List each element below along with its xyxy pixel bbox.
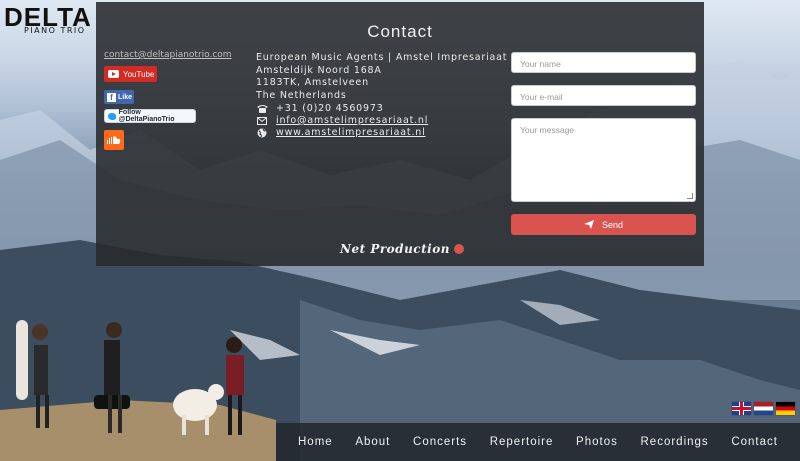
twitter-label: Follow @DeltaPianoTrio bbox=[118, 109, 175, 123]
address-line: The Netherlands bbox=[256, 89, 347, 101]
delta-logo[interactable]: DELTA PIANO TRIO bbox=[4, 4, 92, 35]
website-row: www.amstelimpresariaat.nl bbox=[256, 127, 426, 138]
nav-about[interactable]: About bbox=[355, 436, 390, 448]
email-field[interactable]: Your e-mail bbox=[511, 85, 696, 106]
globe-icon bbox=[256, 128, 268, 138]
send-label: Send bbox=[601, 219, 624, 230]
nav-repertoire[interactable]: Repertoire bbox=[490, 436, 554, 448]
nav-photos[interactable]: Photos bbox=[576, 436, 618, 448]
message-placeholder: Your message bbox=[520, 125, 575, 135]
address-line: 1183TK, Amstelveen bbox=[256, 77, 369, 88]
credit-text: Net Production bbox=[340, 242, 450, 256]
agency-address: European Music Agents | Amstel Impresari… bbox=[256, 52, 507, 102]
envelope-icon bbox=[256, 116, 268, 126]
flag-uk-icon[interactable] bbox=[732, 402, 751, 415]
page-title: Contact bbox=[367, 22, 433, 41]
nav-recordings[interactable]: Recordings bbox=[641, 436, 709, 448]
net-production-credit[interactable]: Net Production bbox=[340, 242, 464, 256]
youtube-button[interactable]: YouTube bbox=[104, 66, 157, 82]
contact-email-link[interactable]: contact@deltapianotrio.com bbox=[104, 50, 232, 60]
contact-panel: Contact contact@deltapianotrio.com YouTu… bbox=[96, 2, 704, 266]
nav-contact[interactable]: Contact bbox=[731, 436, 778, 448]
soundcloud-button[interactable] bbox=[104, 130, 124, 150]
net-production-logo-icon bbox=[453, 244, 464, 254]
agency-email-link[interactable]: info@amstelimpresariaat.nl bbox=[276, 115, 428, 126]
youtube-icon bbox=[108, 70, 119, 78]
message-textarea[interactable]: Your message bbox=[511, 118, 696, 202]
phone-number: +31 (0)20 4560973 bbox=[276, 103, 384, 114]
facebook-like-button[interactable]: f Like bbox=[104, 90, 134, 104]
logo-sub-text: PIANO TRIO bbox=[24, 26, 86, 35]
resize-handle-icon[interactable] bbox=[687, 193, 693, 199]
nav-concerts[interactable]: Concerts bbox=[413, 436, 467, 448]
address-line: Amsteldijk Noord 168A bbox=[256, 64, 382, 76]
facebook-label: Like bbox=[118, 93, 133, 101]
flag-de-icon[interactable] bbox=[776, 402, 795, 415]
address-line: European Music Agents | Amstel Impresari… bbox=[256, 52, 508, 63]
language-switcher bbox=[732, 402, 795, 415]
nav-home[interactable]: Home bbox=[298, 436, 333, 448]
phone-icon bbox=[256, 104, 268, 114]
send-button[interactable]: Send bbox=[511, 214, 696, 235]
name-field[interactable]: Your name bbox=[511, 52, 696, 73]
main-nav: Home About Concerts Repertoire Photos Re… bbox=[276, 423, 800, 461]
twitter-bird-icon bbox=[108, 112, 116, 120]
soundcloud-icon bbox=[107, 136, 121, 144]
paper-plane-icon bbox=[583, 220, 594, 229]
twitter-follow-button[interactable]: Follow @DeltaPianoTrio bbox=[104, 109, 196, 123]
flag-nl-icon[interactable] bbox=[754, 402, 773, 415]
youtube-label: YouTube bbox=[123, 69, 155, 79]
website-link[interactable]: www.amstelimpresariaat.nl bbox=[276, 127, 426, 138]
phone-row: +31 (0)20 4560973 bbox=[256, 103, 384, 114]
agency-email-row: info@amstelimpresariaat.nl bbox=[256, 115, 428, 126]
facebook-icon: f bbox=[107, 92, 116, 102]
